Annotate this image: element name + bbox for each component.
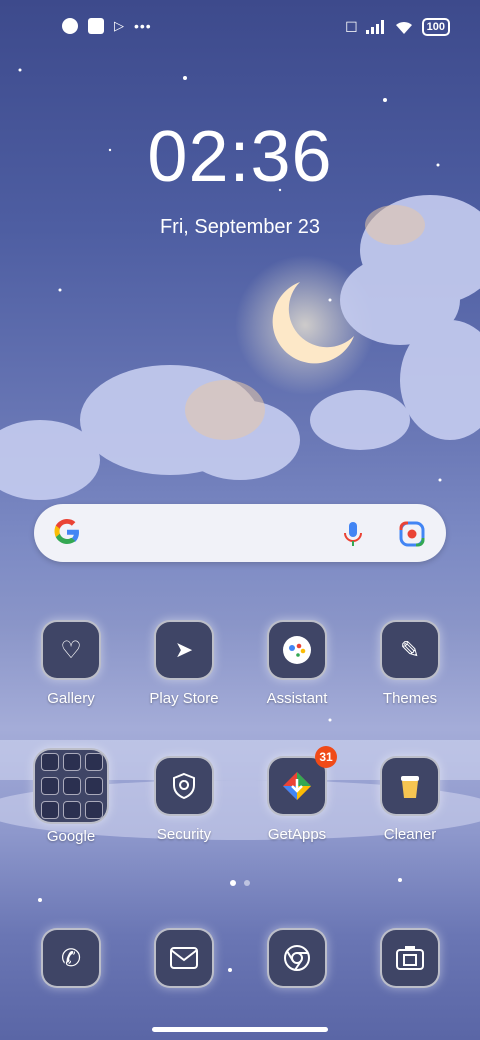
app-cleaner[interactable]: Cleaner [360, 756, 460, 843]
app-getapps[interactable]: 31 GetApps [247, 746, 347, 843]
app-play-store[interactable]: ➤ Play Store [134, 620, 234, 707]
getapps-icon: 31 [267, 746, 337, 816]
dock-messaging[interactable] [134, 928, 234, 988]
app-label: GetApps [267, 826, 327, 843]
app-notification-icon [62, 18, 78, 34]
themes-icon: ✎ [380, 620, 440, 680]
clock-time[interactable]: 02:36 [0, 116, 480, 198]
dock-camera[interactable] [360, 928, 460, 988]
app-label: Themes [382, 690, 438, 707]
app-label: Gallery [47, 690, 95, 707]
page-dot [244, 880, 250, 886]
app-label: Security [156, 826, 212, 843]
app-security[interactable]: Security [134, 756, 234, 843]
battery-icon: 100 [421, 18, 450, 36]
cleaner-icon [380, 756, 440, 816]
google-search-bar[interactable] [34, 504, 446, 562]
more-notifications-icon: ••• [134, 18, 152, 34]
notification-square-icon [88, 18, 104, 34]
app-label: Google [46, 828, 96, 845]
signal-icon [365, 20, 384, 34]
google-folder-icon [33, 748, 109, 824]
home-gesture-bar[interactable] [152, 1027, 328, 1032]
google-logo-icon [54, 519, 79, 544]
dock-phone[interactable]: ✆ [21, 928, 121, 988]
status-bar: ▷ ••• ☐ 100 [0, 14, 480, 42]
camera-icon [380, 928, 440, 988]
assistant-icon [267, 620, 327, 680]
app-gallery[interactable]: ♡ Gallery [21, 620, 121, 707]
vibrate-off-icon: ☐ [345, 18, 358, 35]
page-dot [230, 880, 236, 886]
page-indicator [0, 880, 480, 886]
folder-google[interactable]: Google [21, 748, 121, 845]
app-label: Assistant [266, 690, 328, 707]
phone-icon: ✆ [41, 928, 101, 988]
app-assistant[interactable]: Assistant [247, 620, 347, 707]
app-themes[interactable]: ✎ Themes [360, 620, 460, 707]
clock-date[interactable]: Fri, September 23 [0, 216, 480, 239]
play-notification-icon: ▷ [114, 18, 124, 33]
google-lens-icon[interactable] [398, 520, 426, 548]
gallery-icon: ♡ [41, 620, 101, 680]
wifi-icon [395, 21, 412, 34]
play-store-icon: ➤ [154, 620, 214, 680]
messaging-icon [154, 928, 214, 988]
chrome-icon [267, 928, 327, 988]
security-icon [154, 756, 214, 816]
app-label: Play Store [149, 690, 219, 707]
notification-badge: 31 [315, 746, 337, 768]
app-label: Cleaner [383, 826, 437, 843]
dock-chrome[interactable] [247, 928, 347, 988]
voice-search-icon[interactable] [340, 520, 366, 548]
